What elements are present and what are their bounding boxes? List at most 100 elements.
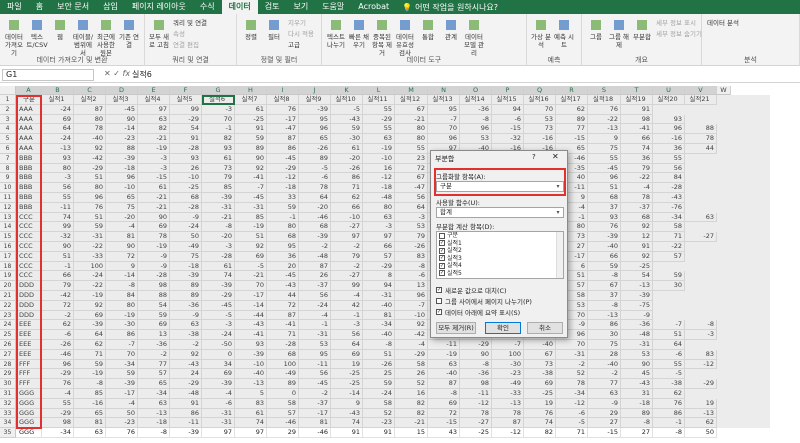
table-cell[interactable]: 64 (74, 330, 106, 340)
table-cell[interactable]: -45 (267, 153, 299, 164)
table-cell[interactable]: -39 (588, 232, 621, 242)
table-cell[interactable]: 76 (42, 379, 74, 389)
table-cell[interactable]: 59 (235, 134, 267, 144)
table-cell[interactable]: -19 (363, 144, 395, 154)
table-cell[interactable]: 99 (170, 104, 202, 115)
table-cell[interactable]: -44 (235, 310, 267, 321)
table-cell[interactable]: 75 (106, 202, 138, 213)
checkbox[interactable]: ✓ (439, 255, 445, 262)
header-cell[interactable]: 실적11 (363, 95, 395, 105)
table-cell[interactable]: 76 (588, 104, 621, 115)
table-cell[interactable]: -24 (299, 300, 331, 311)
table-cell[interactable]: 89 (621, 408, 653, 419)
table-cell[interactable]: 53 (621, 349, 653, 360)
table-cell[interactable]: -5 (331, 104, 363, 115)
table-cell[interactable]: 78 (492, 408, 524, 419)
table-cell[interactable]: -41 (235, 330, 267, 340)
ribbon-button[interactable]: 필터 (263, 18, 285, 41)
table-cell[interactable]: -29 (460, 340, 492, 350)
ribbon-button[interactable]: 정렬 (240, 18, 262, 41)
table-cell[interactable]: -25 (331, 379, 363, 389)
table-cell[interactable]: 29 (267, 428, 299, 438)
table-cell[interactable]: -13 (42, 144, 74, 154)
table-cell[interactable]: -2 (331, 242, 363, 252)
table-cell[interactable]: 55 (653, 359, 685, 370)
table-cell[interactable]: 9 (588, 134, 621, 144)
table-cell[interactable]: 69 (202, 369, 235, 380)
table-cell[interactable]: 61 (138, 183, 170, 193)
table-cell[interactable]: -4 (299, 310, 331, 321)
table-cell[interactable]: 78 (556, 379, 588, 389)
table-cell[interactable]: 12 (621, 232, 653, 242)
table-cell[interactable]: -19 (74, 291, 106, 301)
table-cell[interactable]: 85 (202, 183, 235, 193)
table-cell[interactable]: 62 (331, 193, 363, 203)
checkbox[interactable] (436, 298, 442, 304)
table-cell[interactable]: BBB (16, 183, 42, 193)
table-cell[interactable]: 61 (235, 104, 267, 115)
table-cell[interactable]: 53 (524, 114, 556, 125)
table-cell[interactable]: 55 (395, 144, 428, 154)
table-cell[interactable]: 52 (556, 369, 588, 380)
table-cell[interactable]: 93 (235, 340, 267, 350)
table-cell[interactable]: 91 (363, 428, 395, 438)
group-by-select[interactable]: 구분 ▾ (436, 181, 564, 192)
table-cell[interactable]: 63 (170, 320, 202, 331)
table-cell[interactable]: -46 (42, 349, 74, 360)
table-cell[interactable]: -47 (395, 183, 428, 193)
ribbon-button[interactable]: 텍스트/CSV (26, 18, 48, 49)
table-cell[interactable]: 52 (395, 379, 428, 389)
table-cell[interactable]: -31 (74, 232, 106, 242)
table-cell[interactable]: -18 (363, 183, 395, 193)
table-cell[interactable]: -48 (170, 389, 202, 399)
table-cell[interactable]: 68 (170, 193, 202, 203)
table-cell[interactable]: 64 (653, 340, 685, 350)
table-cell[interactable]: 56 (653, 163, 685, 174)
row-header[interactable]: 8 (0, 163, 16, 174)
table-cell[interactable]: 76 (524, 408, 556, 419)
table-cell[interactable]: -34 (42, 428, 74, 438)
table-cell[interactable]: -41 (235, 173, 267, 184)
table-cell[interactable]: -39 (170, 428, 202, 438)
table-cell[interactable]: -4 (106, 398, 138, 409)
table-cell[interactable]: -7 (235, 183, 267, 193)
table-cell[interactable]: 88 (106, 144, 138, 154)
table-cell[interactable]: 78 (74, 124, 106, 135)
table-cell[interactable]: 82 (395, 398, 428, 409)
table-cell[interactable]: 56 (331, 330, 363, 340)
table-cell[interactable]: -50 (202, 340, 235, 350)
tab-3[interactable]: 삽입 (96, 0, 125, 14)
table-cell[interactable]: 91 (235, 124, 267, 135)
table-cell[interactable]: 93 (170, 153, 202, 164)
table-cell[interactable]: 62 (685, 418, 717, 429)
ribbon-small-button[interactable]: 쿼리 및 연결 (173, 18, 207, 28)
table-cell[interactable]: -43 (653, 193, 685, 203)
table-cell[interactable]: -1 (202, 124, 235, 135)
table-cell[interactable]: 24 (170, 369, 202, 380)
row-header[interactable]: 32 (0, 398, 16, 409)
table-cell[interactable]: BBB (16, 173, 42, 184)
header-cell[interactable]: 실적3 (106, 95, 138, 105)
table-cell[interactable]: 51 (363, 349, 395, 360)
table-cell[interactable]: -6 (395, 271, 428, 282)
row-header[interactable]: 23 (0, 310, 16, 321)
table-cell[interactable]: -29 (202, 291, 235, 301)
table-cell[interactable]: -45 (588, 163, 621, 174)
table-cell[interactable]: -28 (267, 340, 299, 350)
table-cell[interactable]: 86 (267, 144, 299, 154)
table-cell[interactable]: -40 (524, 340, 556, 350)
table-cell[interactable]: -4 (331, 291, 363, 301)
table-cell[interactable]: -3 (685, 330, 717, 340)
table-cell[interactable]: 53 (395, 222, 428, 233)
ribbon-button[interactable]: 예측 시트 (553, 18, 575, 49)
table-cell[interactable]: -8 (588, 300, 621, 311)
table-cell[interactable]: -26 (42, 340, 74, 350)
column-header[interactable]: I (267, 86, 299, 95)
table-cell[interactable]: -12 (363, 173, 395, 184)
table-cell[interactable]: -48 (363, 193, 395, 203)
table-cell[interactable]: 67 (588, 281, 621, 291)
table-cell[interactable]: -15 (588, 428, 621, 438)
header-cell[interactable]: 실적14 (460, 95, 492, 105)
table-cell[interactable]: -28 (170, 144, 202, 154)
table-cell[interactable]: 59 (74, 359, 106, 370)
